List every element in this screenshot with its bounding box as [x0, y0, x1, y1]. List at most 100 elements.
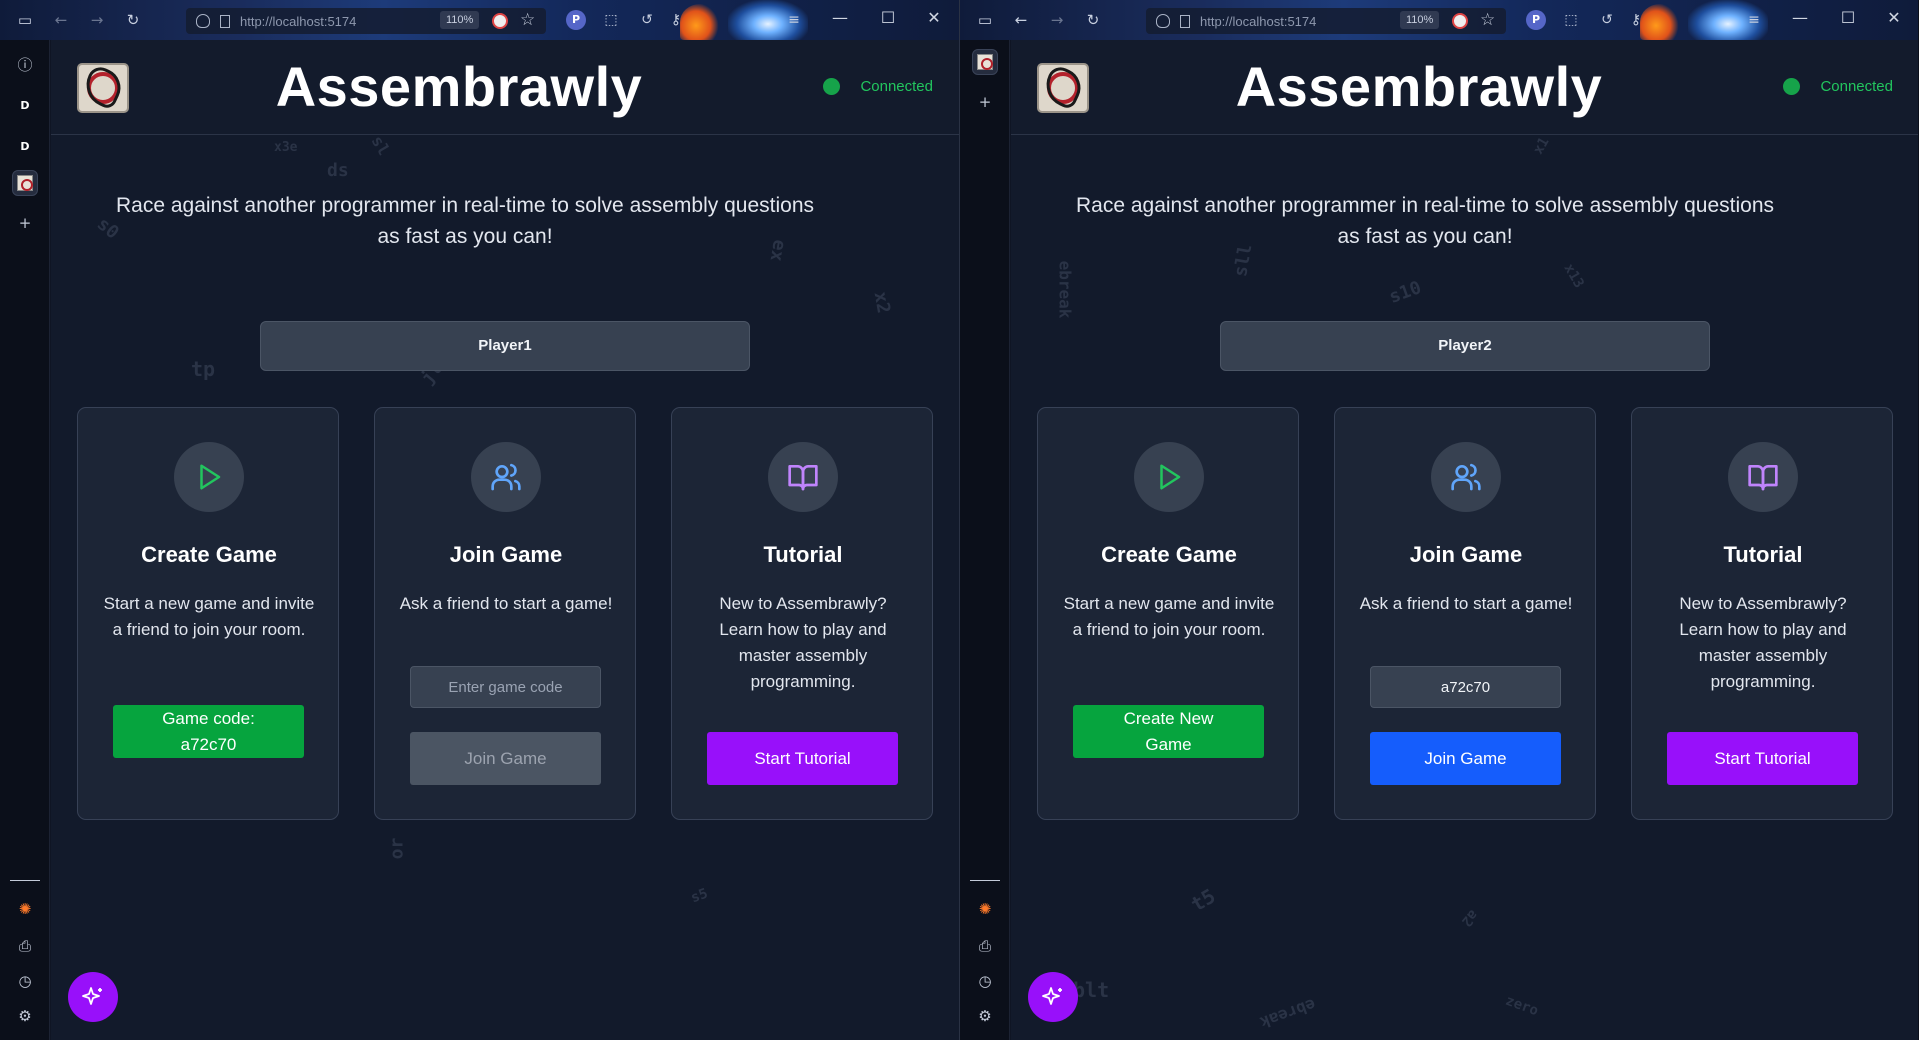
app-logo-icon — [977, 54, 993, 70]
forward-icon[interactable]: → — [1046, 9, 1068, 31]
users-icon — [1431, 442, 1501, 512]
ai-assistant-button[interactable] — [1028, 972, 1078, 1022]
join-game-button[interactable]: Join Game — [1370, 732, 1561, 785]
minimize-icon[interactable]: — — [828, 8, 852, 27]
sidebar-divider — [970, 880, 1000, 881]
card-description: New to Assembrawly? Learn how to play an… — [719, 594, 887, 691]
menu-icon[interactable]: ≡ — [784, 10, 804, 30]
button-line-2: Game — [1145, 734, 1192, 754]
ai-assistant-button[interactable] — [68, 972, 118, 1022]
play-icon — [1134, 442, 1204, 512]
menu-icon[interactable]: ≡ — [1744, 10, 1764, 30]
tagline-line-2: as fast as you can! — [1337, 225, 1513, 248]
card-description: Start a new game and invite a friend to … — [103, 594, 315, 639]
button-line-1: Game code: — [162, 708, 255, 728]
sidebar-toggle-icon[interactable]: ▭ — [974, 9, 996, 31]
tagline-line-1: Race against another programmer in real-… — [116, 194, 814, 217]
card-description: Start a new game and invite a friend to … — [1063, 594, 1275, 639]
zoom-badge[interactable]: 110% — [440, 11, 480, 29]
create-new-game-button[interactable]: Create New Game — [1073, 705, 1264, 758]
start-tutorial-button[interactable]: Start Tutorial — [1667, 732, 1858, 785]
bg-word: sl — [367, 132, 394, 159]
app-title-wrap: Assembrawly — [1011, 54, 1918, 119]
shield-icon — [1156, 14, 1170, 28]
card-title: Join Game — [449, 542, 563, 567]
history-icon[interactable]: ↺ — [1597, 10, 1617, 30]
back-icon[interactable]: ← — [50, 9, 72, 31]
plus-icon[interactable]: + — [972, 89, 998, 115]
bg-word: t5 — [1186, 883, 1220, 917]
card-title: Create Game — [1101, 542, 1237, 567]
minimize-icon[interactable]: — — [1788, 8, 1812, 27]
address-bar[interactable]: http://localhost:5174 110% ☆ — [1146, 8, 1506, 34]
sparkle-icon[interactable]: ✺ — [12, 896, 38, 922]
bg-word: blt — [1073, 978, 1110, 1002]
clock-icon[interactable]: ◷ — [12, 968, 38, 994]
bookmark-star-icon[interactable]: ☆ — [1480, 10, 1495, 30]
sparkle-icon[interactable]: ✺ — [972, 896, 998, 922]
sidebar-item-d1[interactable]: D — [12, 92, 38, 118]
status-dot-icon — [1783, 78, 1801, 95]
join-game-card: Join Game Ask a friend to start a game! … — [1334, 407, 1596, 820]
save-icon[interactable]: ⎙ — [972, 933, 998, 959]
history-icon[interactable]: ↺ — [637, 10, 657, 30]
extension-p-icon[interactable]: P — [1526, 10, 1546, 30]
sidebar-item-d2[interactable]: D — [12, 133, 38, 159]
firefox-logo-icon — [680, 4, 720, 40]
browser-window-right: ▭ ← → ↻ http://localhost:5174 110% ☆ P ⬚… — [959, 0, 1918, 1040]
play-icon — [174, 442, 244, 512]
close-icon[interactable]: ✕ — [922, 8, 946, 27]
app-logo-icon — [17, 175, 33, 191]
sparkles-icon — [82, 987, 102, 1005]
game-code-input[interactable] — [1370, 666, 1561, 708]
sidebar-toggle-icon[interactable]: ▭ — [14, 9, 36, 31]
ublock-icon[interactable] — [1452, 13, 1468, 29]
app-title: Assembrawly — [275, 55, 643, 118]
ublock-icon[interactable] — [492, 13, 508, 29]
maximize-icon[interactable]: ☐ — [876, 8, 900, 27]
extensions-puzzle-icon[interactable]: ⬚ — [601, 10, 621, 30]
extension-p-icon[interactable]: P — [566, 10, 586, 30]
back-icon[interactable]: ← — [1010, 9, 1032, 31]
tagline: Race against another programmer in real-… — [1011, 190, 1918, 252]
sidebar-item-app[interactable] — [972, 49, 998, 75]
zoom-badge[interactable]: 110% — [1400, 11, 1440, 29]
bg-word: ds — [327, 160, 349, 181]
sidebar-item-app[interactable] — [12, 170, 38, 196]
clock-icon[interactable]: ◷ — [972, 968, 998, 994]
extensions-puzzle-icon[interactable]: ⬚ — [1561, 10, 1581, 30]
bg-word: x2 — [869, 289, 895, 316]
address-bar[interactable]: http://localhost:5174 110% ☆ — [186, 8, 546, 34]
gear-icon[interactable]: ⚙ — [972, 1003, 998, 1029]
card-description: Ask a friend to start a game! — [1359, 594, 1573, 613]
bg-word: x1 — [1530, 134, 1553, 158]
plus-icon[interactable]: + — [12, 210, 38, 236]
sparkles-icon — [1042, 987, 1062, 1005]
save-icon[interactable]: ⎙ — [12, 933, 38, 959]
game-code-button[interactable]: Game code: a72c70 — [113, 705, 304, 758]
join-game-button[interactable]: Join Game — [410, 732, 601, 785]
bg-word: ebreak — [1055, 260, 1075, 319]
player-name-field[interactable]: Player2 — [1220, 321, 1710, 371]
bookmark-star-icon[interactable]: ☆ — [520, 10, 535, 30]
game-code-input[interactable] — [410, 666, 601, 708]
reload-icon[interactable]: ↻ — [1082, 9, 1104, 31]
status-text: Connected — [860, 78, 933, 95]
app-page: x3e ds sl s0 ex tp jl or s5 x2 Assembraw… — [51, 40, 959, 1040]
card-title: Tutorial — [1723, 542, 1803, 567]
close-icon[interactable]: ✕ — [1882, 8, 1906, 27]
maximize-icon[interactable]: ☐ — [1836, 8, 1860, 27]
page-icon — [1180, 14, 1190, 28]
info-icon[interactable]: ⓘ — [12, 51, 38, 77]
player-name-field[interactable]: Player1 — [260, 321, 750, 371]
start-tutorial-button[interactable]: Start Tutorial — [707, 732, 898, 785]
bg-word: x3e — [274, 140, 298, 155]
forward-icon[interactable]: → — [86, 9, 108, 31]
status-dot-icon — [823, 78, 841, 95]
card-title: Join Game — [1409, 542, 1523, 567]
bg-word: s10 — [1386, 277, 1425, 308]
gear-icon[interactable]: ⚙ — [12, 1003, 38, 1029]
reload-icon[interactable]: ↻ — [122, 9, 144, 31]
card-title: Tutorial — [763, 542, 843, 567]
desktop: ▭ ← → ↻ http://localhost:5174 110% ☆ P ⬚… — [0, 0, 1919, 1040]
